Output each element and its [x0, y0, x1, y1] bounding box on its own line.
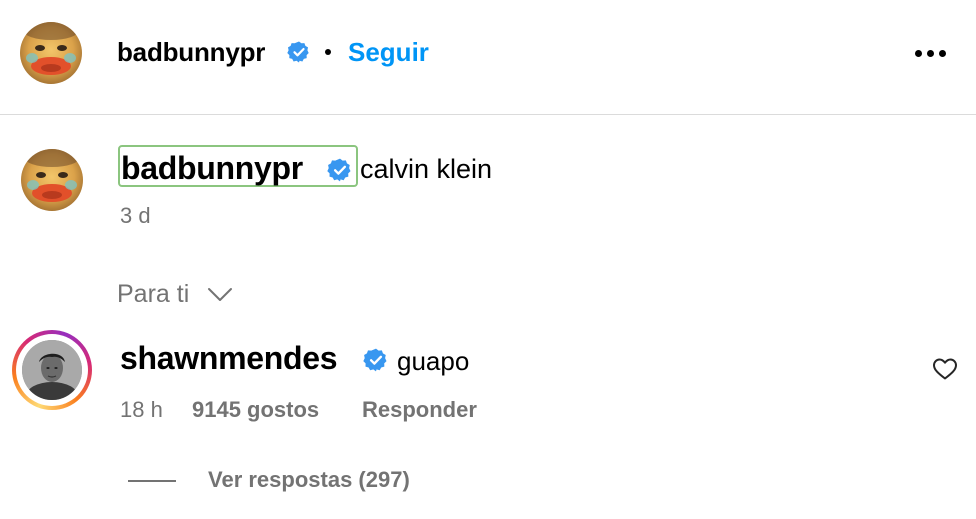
chevron-down-icon[interactable]: [206, 284, 234, 304]
replies-divider-line: [128, 480, 176, 482]
caption-avatar[interactable]: [21, 149, 83, 211]
header-divider: [0, 114, 976, 115]
comment-text: guapo: [397, 346, 470, 376]
view-replies-button[interactable]: Ver respostas (297): [208, 466, 410, 494]
verified-badge-icon: [327, 158, 351, 182]
reply-button[interactable]: Responder: [362, 396, 477, 424]
comment-like-count[interactable]: 9145 gostos: [192, 396, 319, 424]
heart-outline-icon[interactable]: [932, 357, 958, 381]
caption-text: calvin klein: [360, 154, 493, 184]
comment-avatar-story-ring[interactable]: [12, 330, 92, 410]
bunny-avatar-image: [21, 149, 83, 211]
sort-selector[interactable]: Para ti: [117, 279, 189, 309]
separator-dot: [325, 49, 331, 55]
bunny-avatar-image: [20, 22, 82, 84]
comment-avatar[interactable]: [22, 340, 82, 400]
comment-username[interactable]: shawnmendes: [120, 339, 338, 377]
follow-button[interactable]: Seguir: [348, 36, 429, 68]
header-avatar[interactable]: [20, 22, 82, 84]
more-options-icon[interactable]: [912, 50, 948, 58]
verified-badge-icon: [363, 348, 387, 372]
comment-timestamp[interactable]: 18 h: [120, 396, 163, 424]
header-username[interactable]: badbunnypr: [117, 36, 265, 68]
caption-timestamp[interactable]: 3 d: [120, 202, 151, 230]
caption-username[interactable]: badbunnypr: [121, 149, 303, 187]
verified-badge-icon: [287, 41, 309, 63]
shawn-avatar-image: [22, 340, 82, 400]
